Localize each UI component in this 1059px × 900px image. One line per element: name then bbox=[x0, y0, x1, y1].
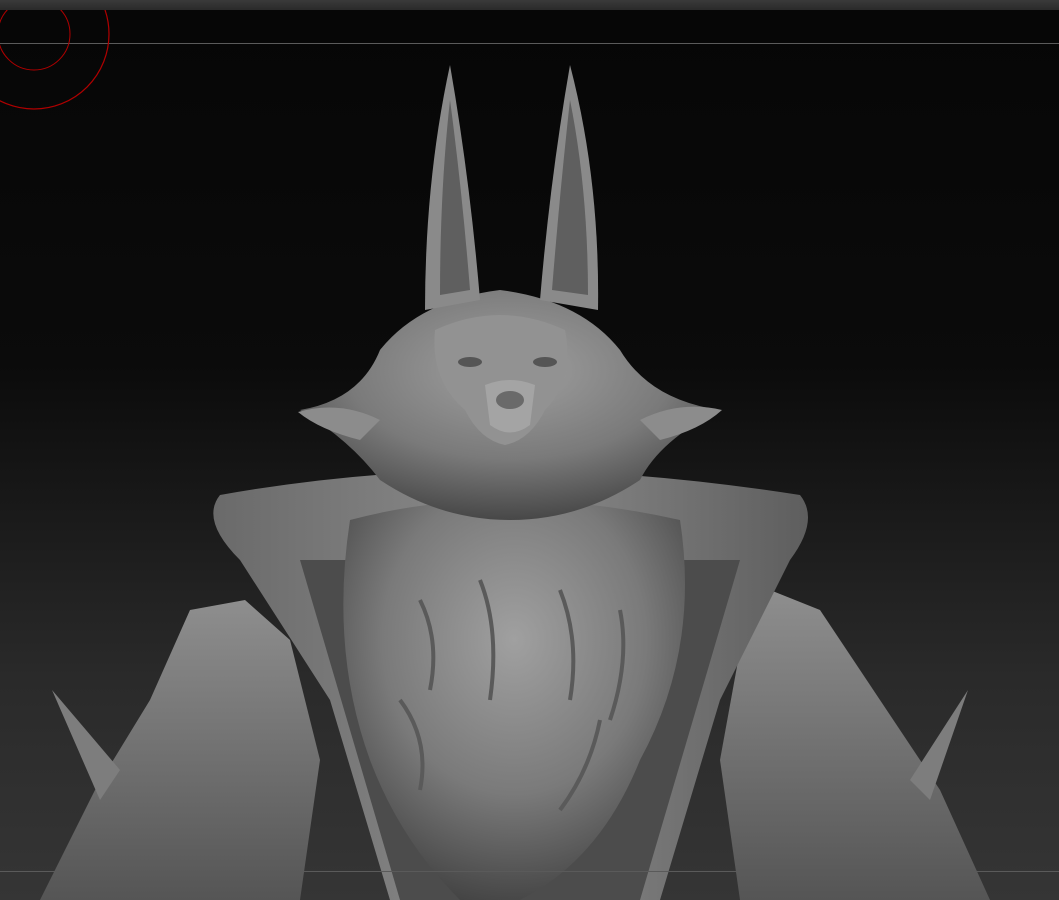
right-eye bbox=[533, 357, 557, 367]
sculpt-model[interactable] bbox=[0, 10, 1059, 900]
right-arm bbox=[720, 590, 990, 900]
nose bbox=[496, 391, 524, 409]
left-arm-spike bbox=[52, 690, 120, 800]
sculpt-viewport[interactable] bbox=[0, 10, 1059, 900]
document-bottom-edge bbox=[0, 871, 1059, 872]
right-arm-spike bbox=[910, 690, 968, 800]
left-eye bbox=[458, 357, 482, 367]
top-menu-strip bbox=[0, 0, 1059, 10]
brush-cursor-icon bbox=[0, 10, 110, 110]
